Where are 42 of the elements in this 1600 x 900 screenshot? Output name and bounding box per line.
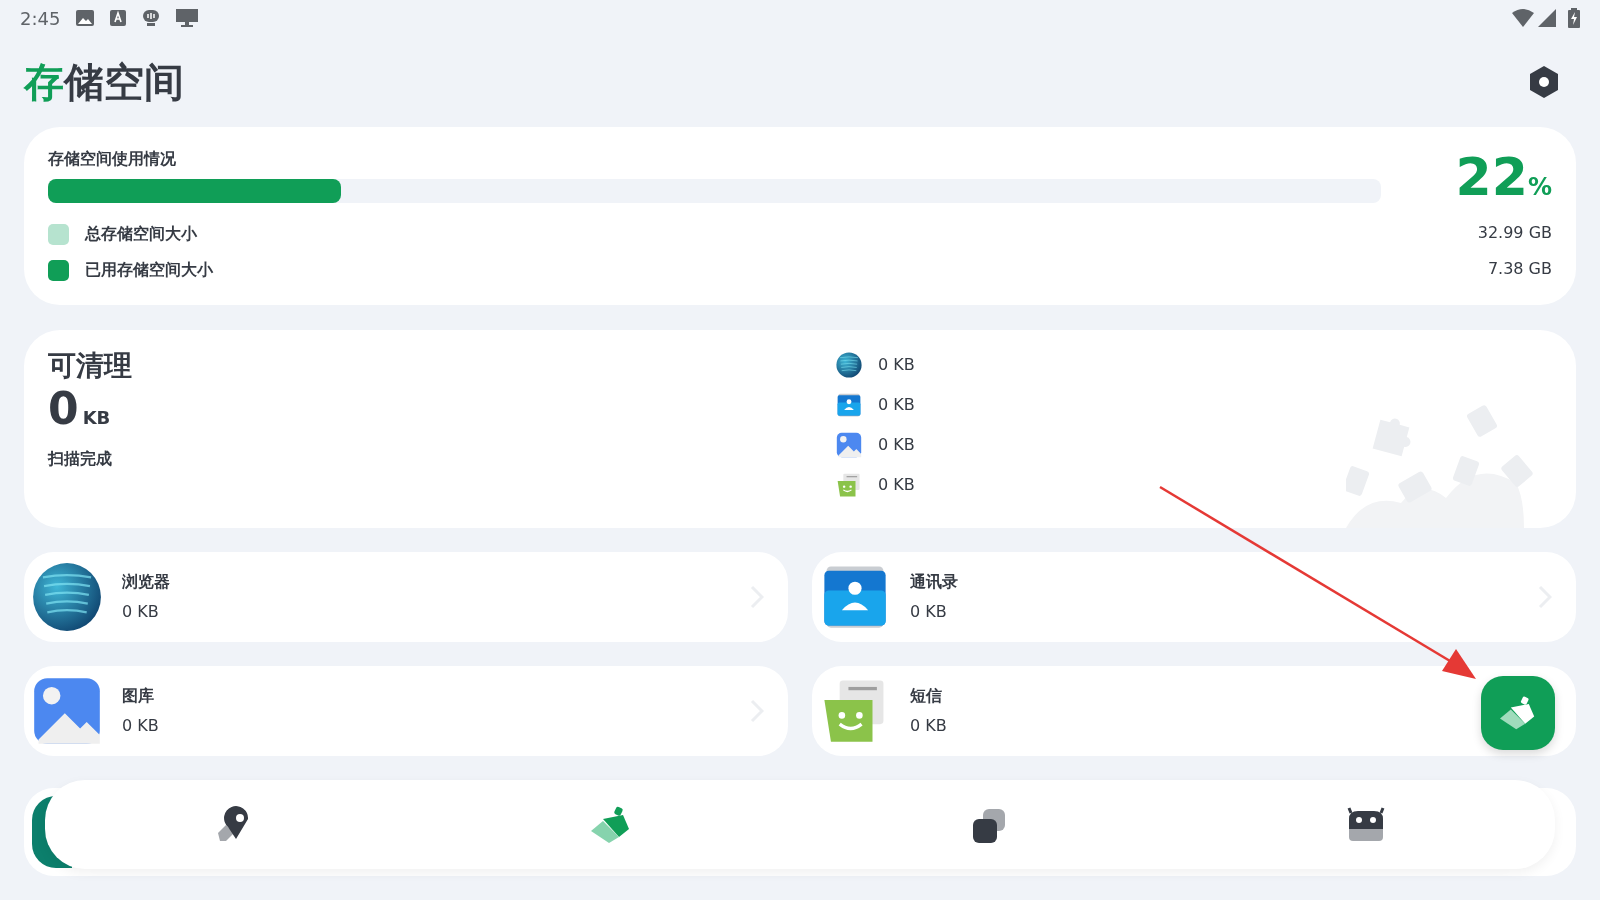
legend-label: 已用存储空间大小 xyxy=(85,259,213,281)
app-size: 0 KB xyxy=(910,715,948,737)
cleanable-amount: 0 KB xyxy=(48,387,112,431)
app-storage-row[interactable]: 短信 0 KB xyxy=(812,666,1576,756)
image-icon xyxy=(76,10,95,26)
app-name: 短信 xyxy=(910,685,943,707)
app-name: 浏览器 xyxy=(122,571,171,593)
storage-size: 32.99 GB xyxy=(1477,222,1552,243)
app-name: 通讯录 xyxy=(910,571,959,593)
app-storage-row[interactable]: 图库 0 KB xyxy=(24,666,788,756)
smiley-message-icon xyxy=(836,472,862,498)
cleanable-size: 0 KB xyxy=(878,394,915,416)
cleanable-size: 0 KB xyxy=(878,474,915,496)
globe-icon xyxy=(32,562,102,632)
usage-percent: 22% xyxy=(1455,151,1552,203)
status-time: 2:45 xyxy=(20,6,61,31)
signal-icon xyxy=(1538,9,1556,27)
app-size: 0 KB xyxy=(122,601,160,623)
picture-icon xyxy=(836,432,862,458)
page-title: 存储空间 xyxy=(24,61,184,102)
cleanable-size: 0 KB xyxy=(878,434,915,456)
contact-card-icon xyxy=(836,392,862,418)
clean-button[interactable] xyxy=(1481,676,1555,750)
storage-size: 7.38 GB xyxy=(1487,258,1552,279)
settings-icon xyxy=(1527,64,1561,99)
battery-charging-icon xyxy=(1568,8,1580,28)
scan-status: 扫描完成 xyxy=(48,448,113,470)
app-storage-row[interactable]: 浏览器 0 KB xyxy=(24,552,788,642)
keyboard-letter-icon xyxy=(110,10,127,26)
app-name: 图库 xyxy=(122,685,155,707)
app-size: 0 KB xyxy=(910,601,948,623)
app-size: 0 KB xyxy=(122,715,160,737)
legend-label: 总存储空间大小 xyxy=(85,223,197,245)
cleanable-size: 0 KB xyxy=(878,354,915,376)
wifi-icon xyxy=(1512,9,1534,27)
monitor-icon xyxy=(176,9,199,27)
card-heading: 可清理 xyxy=(48,348,133,383)
app-storage-row[interactable]: 通讯录 0 KB xyxy=(812,552,1576,642)
picture-icon xyxy=(32,676,102,746)
globe-icon xyxy=(836,352,862,378)
chat-bubble-icon xyxy=(142,9,161,27)
card-heading: 存储空间使用情况 xyxy=(48,148,177,170)
